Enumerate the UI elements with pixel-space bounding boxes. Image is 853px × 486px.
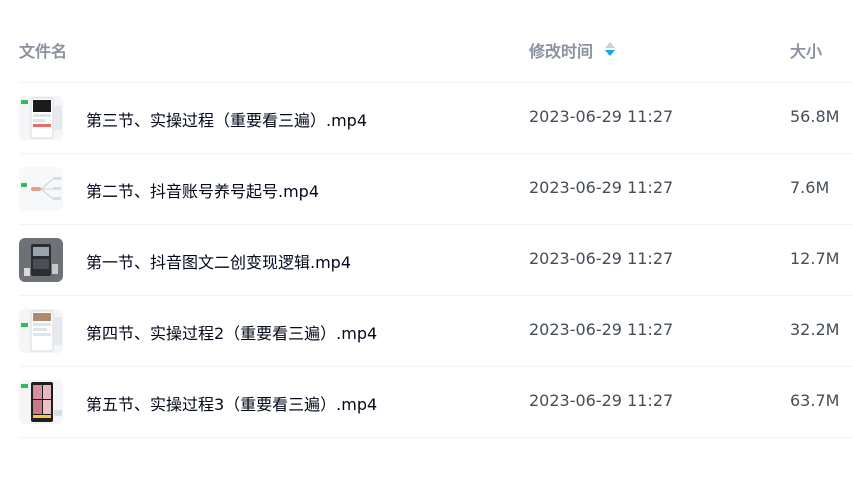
file-name[interactable]: 第四节、实操过程2（重要看三遍）.mp4 <box>86 320 377 344</box>
video-thumbnail <box>19 96 63 140</box>
column-header-size[interactable]: 大小 <box>790 38 822 62</box>
file-size: 63.7M <box>790 391 840 410</box>
table-row[interactable]: 第一节、抖音图文二创变现逻辑.mp4 2023-06-29 11:27 12.7… <box>19 225 853 296</box>
table-row[interactable]: 第四节、实操过程2（重要看三遍）.mp4 2023-06-29 11:27 32… <box>19 296 853 367</box>
file-modified-time: 2023-06-29 11:27 <box>529 107 674 126</box>
table-row[interactable]: 第二节、抖音账号养号起号.mp4 2023-06-29 11:27 7.6M <box>19 154 853 225</box>
sort-desc-icon <box>605 50 616 56</box>
column-header-time-label: 修改时间 <box>529 42 594 61</box>
mindmap-thumbnail-icon <box>19 167 63 211</box>
file-size: 7.6M <box>790 178 830 197</box>
table-row[interactable]: 第五节、实操过程3（重要看三遍）.mp4 2023-06-29 11:27 63… <box>19 367 853 438</box>
file-table: 文件名 修改时间 大小 第三节、实操过程（重要看三遍）.mp4 2023-06-… <box>0 0 853 438</box>
phone-screens-thumbnail-icon <box>19 96 63 140</box>
sort-icon[interactable] <box>605 42 616 58</box>
file-size: 32.2M <box>790 320 840 339</box>
file-modified-time: 2023-06-29 11:27 <box>529 178 674 197</box>
file-modified-time: 2023-06-29 11:27 <box>529 320 674 339</box>
column-header-time[interactable]: 修改时间 <box>529 38 616 62</box>
file-name[interactable]: 第五节、实操过程3（重要看三遍）.mp4 <box>86 391 377 415</box>
sort-asc-icon <box>605 42 616 48</box>
file-name[interactable]: 第三节、实操过程（重要看三遍）.mp4 <box>86 107 367 131</box>
file-modified-time: 2023-06-29 11:27 <box>529 249 674 268</box>
video-thumbnail <box>19 309 63 353</box>
table-header: 文件名 修改时间 大小 <box>19 0 853 83</box>
video-thumbnail <box>19 380 63 424</box>
file-name[interactable]: 第二节、抖音账号养号起号.mp4 <box>86 178 319 202</box>
file-name[interactable]: 第一节、抖音图文二创变现逻辑.mp4 <box>86 249 351 273</box>
column-header-name[interactable]: 文件名 <box>19 38 67 62</box>
video-thumbnail <box>19 238 63 282</box>
file-size: 56.8M <box>790 107 840 126</box>
dark-video-thumbnail-icon <box>19 238 63 282</box>
table-row[interactable]: 第三节、实操过程（重要看三遍）.mp4 2023-06-29 11:27 56.… <box>19 83 853 154</box>
file-size: 12.7M <box>790 249 840 268</box>
video-thumbnail <box>19 167 63 211</box>
phone-screens-thumbnail-icon <box>19 309 63 353</box>
photos-thumbnail-icon <box>19 380 63 424</box>
file-modified-time: 2023-06-29 11:27 <box>529 391 674 410</box>
